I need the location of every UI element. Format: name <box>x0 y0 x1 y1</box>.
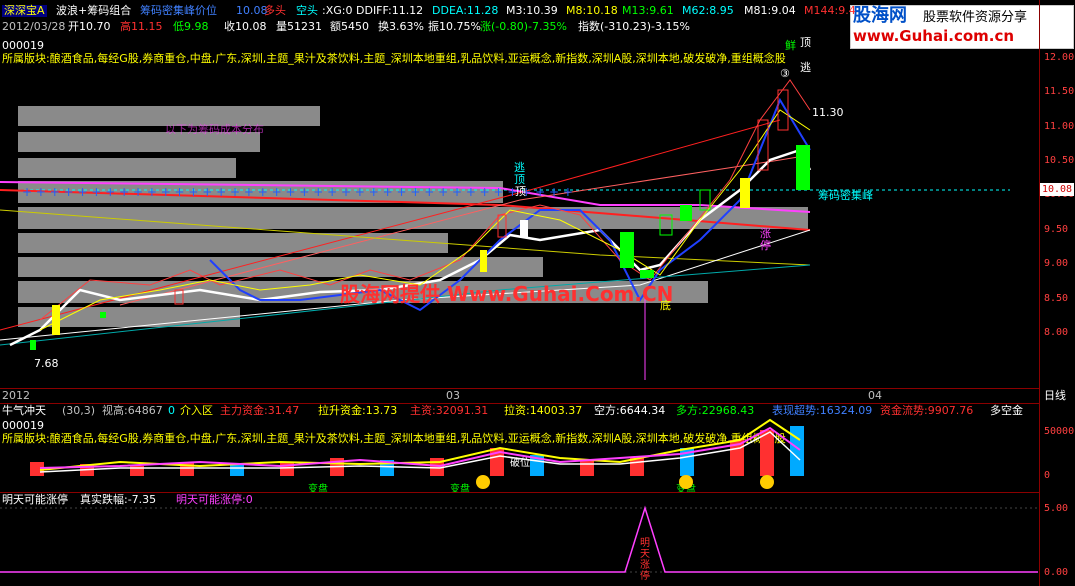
panel3-canvas <box>0 505 1038 573</box>
spike-label: 明天涨停 <box>640 538 650 582</box>
